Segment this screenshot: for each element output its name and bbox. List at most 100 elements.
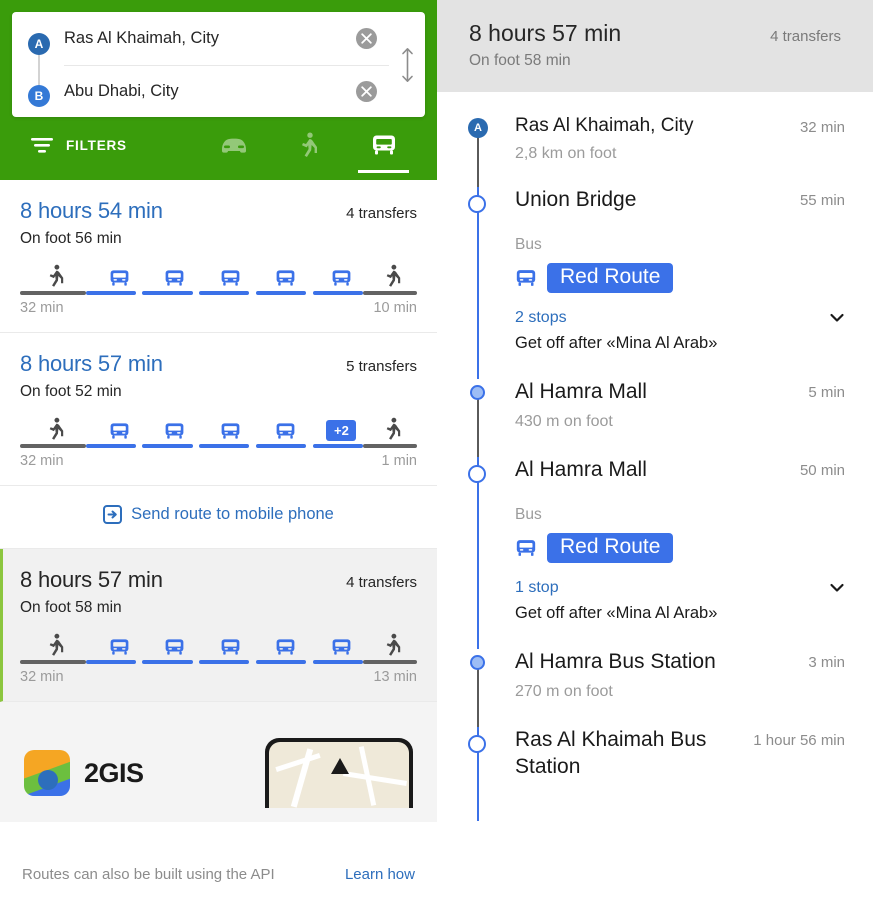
timeline-rail-walk (477, 130, 479, 188)
step-header: Al Hamra Mall 5 min (515, 379, 845, 406)
detail-header: 8 hours 57 min 4 transfers On foot 58 mi… (437, 0, 873, 92)
strip-bar-bus (256, 444, 307, 448)
step-time: 50 min (799, 462, 845, 480)
timeline-step[interactable]: Al Hamra Bus Station 3 min 270 m on foot (437, 649, 873, 727)
step-transport-mode: Bus (515, 236, 542, 254)
route-duration: 8 hours 54 min (20, 198, 163, 223)
mode-bar: FILTERS (12, 117, 425, 173)
route-transfers: 4 transfers (346, 574, 417, 591)
mode-tab-car[interactable] (196, 117, 271, 173)
clear-destination-icon[interactable] (356, 80, 377, 102)
origin-input[interactable] (64, 29, 356, 48)
car-icon (221, 138, 246, 153)
step-time: 55 min (799, 192, 845, 210)
route-duration: 8 hours 57 min (20, 351, 163, 376)
get-off-note: Get off after «Mina Al Arab» (515, 334, 718, 353)
segment-bus-icon (203, 421, 258, 441)
transit-line-chip[interactable]: Red Route (547, 263, 674, 294)
detail-on-foot: On foot 58 min (469, 52, 571, 69)
strip-bar-walk (363, 291, 418, 295)
clear-origin-icon[interactable] (356, 28, 377, 49)
strip-start-time: 32 min (20, 669, 64, 685)
route-card-selected[interactable]: 8 hours 57 min 4 transfers On foot 58 mi… (0, 549, 437, 702)
segment-walk-icon (369, 633, 417, 657)
step-name: Al Hamra Mall (515, 458, 647, 482)
send-route-to-phone-button[interactable]: Send route to mobile phone (0, 486, 437, 549)
swap-endpoints-button[interactable] (389, 12, 425, 117)
strip-bar-bus (142, 291, 193, 295)
route-transfers: 4 transfers (346, 205, 417, 222)
timeline-node-alight (470, 654, 485, 670)
step-time: 32 min (799, 119, 845, 136)
step-time: 1 hour 56 min (753, 731, 845, 749)
strip-end-time: 1 min (381, 453, 417, 469)
destination-input[interactable] (64, 81, 356, 101)
detail-summary: 8 hours 57 min 4 transfers (469, 20, 841, 47)
segment-bus-icon (147, 268, 202, 288)
chevron-down-icon (830, 314, 844, 322)
timeline-step[interactable]: Union Bridge 55 min Bus Red Route 2 stop… (437, 187, 873, 380)
route-strip-labels: 32 min 1 min (20, 453, 417, 469)
promo-app-name: 2GIS (84, 757, 144, 788)
route-results-list: 8 hours 54 min 4 transfers On foot 56 mi… (0, 180, 437, 822)
segment-bus-icon (314, 268, 369, 288)
timeline-step[interactable]: A Ras Al Khaimah, City 32 min 2,8 km on … (437, 114, 873, 188)
step-header: Ras Al Khaimah, City 32 min (515, 114, 845, 138)
strip-bar-bus (85, 444, 136, 448)
app-promo-banner[interactable]: 2GIS (0, 702, 437, 822)
promo-brand: 2GIS (24, 750, 144, 796)
transit-line-row[interactable]: Red Route (515, 532, 845, 563)
step-walk-distance: 2,8 km on foot (515, 145, 617, 163)
swap-vertical-icon (401, 47, 413, 82)
strip-bar-walk (363, 444, 418, 448)
stops-toggle[interactable]: 1 stop (515, 579, 845, 597)
filters-button[interactable]: FILTERS (16, 137, 196, 154)
destination-marker-b: B (28, 85, 50, 107)
walk-icon (301, 132, 317, 157)
learn-how-link[interactable]: Learn how (345, 866, 415, 883)
timeline-step[interactable]: Al Hamra Mall 5 min 430 m on foot (437, 379, 873, 458)
stops-toggle[interactable]: 2 stops (515, 309, 845, 327)
route-card[interactable]: 8 hours 54 min 4 transfers On foot 56 mi… (0, 180, 437, 333)
timeline-node-origin: A (468, 118, 488, 138)
route-card[interactable]: 8 hours 57 min 5 transfers On foot 52 mi… (0, 333, 437, 486)
route-strip-icons (20, 262, 417, 288)
phone-screen (269, 742, 409, 808)
send-route-label: Send route to mobile phone (131, 505, 334, 523)
step-name: Union Bridge (515, 188, 637, 212)
route-strip-icons (20, 631, 417, 657)
step-header: Al Hamra Mall 50 min (515, 457, 845, 484)
stops-count: 2 stops (515, 309, 567, 327)
strip-bar-bus (256, 660, 307, 664)
mode-tab-public-transport[interactable] (346, 117, 421, 173)
route-strip-bars (20, 291, 418, 295)
destination-row (64, 64, 389, 117)
segment-bus-icon (92, 268, 147, 288)
segment-bus-icon (147, 421, 202, 441)
timeline-step[interactable]: Ras Al Khaimah Bus Station 1 hour 56 min (437, 726, 873, 821)
2gis-logo-icon (24, 750, 70, 796)
segment-bus-icon (203, 637, 258, 657)
timeline-step[interactable]: Al Hamra Mall 50 min Bus Red Route 1 sto… (437, 457, 873, 649)
step-header: Al Hamra Bus Station 3 min (515, 649, 845, 676)
send-route-link[interactable]: Send route to mobile phone (103, 505, 334, 524)
bus-icon (372, 135, 395, 155)
footer-text: Routes can also be built using the API (22, 866, 275, 883)
timeline-node-board (468, 734, 486, 753)
detail-transfers: 4 transfers (770, 28, 841, 45)
step-walk-distance: 270 m on foot (515, 682, 613, 700)
mode-tab-pedestrian[interactable] (271, 117, 346, 173)
segment-walk-icon (369, 417, 417, 441)
strip-bar-bus (199, 444, 250, 448)
origin-marker-a: A (28, 33, 50, 55)
transit-line-row[interactable]: Red Route (515, 263, 845, 294)
transit-line-chip[interactable]: Red Route (547, 532, 674, 563)
step-name: Al Hamra Bus Station (515, 649, 716, 673)
strip-start-time: 32 min (20, 300, 64, 316)
strip-bar-bus (199, 291, 250, 295)
strip-end-time: 10 min (373, 300, 417, 316)
route-strip: 32 min 10 min (20, 262, 418, 316)
step-name: Al Hamra Mall (515, 380, 647, 404)
segment-bus-icon (314, 637, 369, 657)
strip-bar-walk (363, 660, 418, 664)
